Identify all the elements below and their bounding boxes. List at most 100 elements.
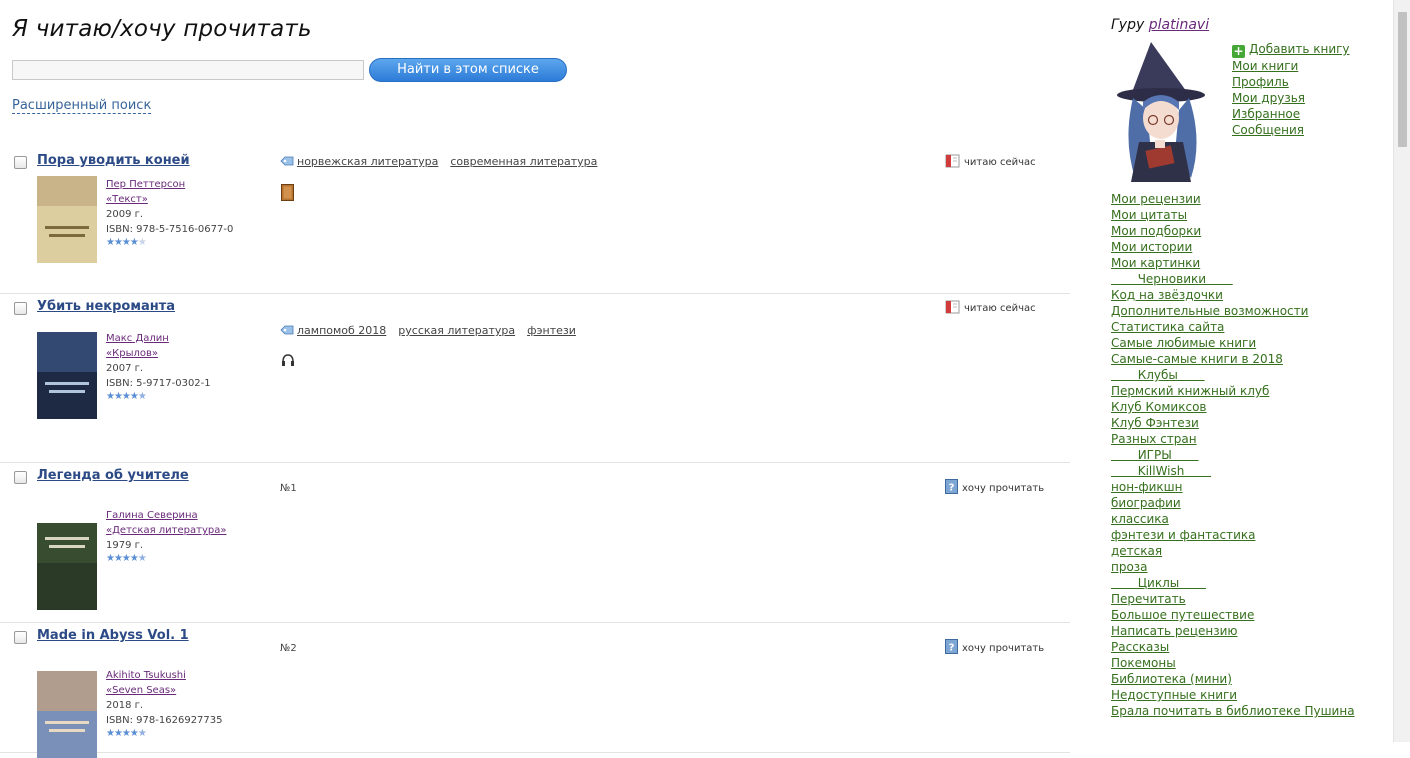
book-checkbox[interactable] [14,471,27,484]
author-link[interactable]: Макс Далин [106,333,169,344]
profile-link[interactable]: Сообщения [1232,122,1350,138]
tag-link[interactable]: лампомоб 2018 [297,324,386,337]
rating-stars: ★★★★★ [106,391,147,402]
sidebar-nav-link[interactable]: классика [1111,511,1355,527]
guru-label: Гуру [1111,17,1145,33]
sidebar-nav-link[interactable]: Библиотека (мини) [1111,671,1355,687]
book-title-link[interactable]: Made in Abyss Vol. 1 [37,628,189,643]
sidebar-nav-link[interactable]: фэнтези и фантастика [1111,527,1355,543]
profile-link[interactable]: Избранное [1232,106,1350,122]
add-book-link[interactable]: + Добавить книгу [1232,41,1350,58]
advanced-search-link[interactable]: Расширенный поиск [12,98,152,114]
sidebar-nav-link[interactable]: Черновики [1111,271,1355,287]
status-label: читаю сейчас [964,303,1036,314]
sidebar-nav-link[interactable]: Дополнительные возможности [1111,303,1355,319]
sidebar-nav-link[interactable]: Самые-самые книги в 2018 [1111,351,1355,367]
tag-link[interactable]: современная литература [450,155,597,168]
book-cover[interactable] [37,332,97,419]
sidebar-nav-link[interactable]: Мои картинки [1111,255,1355,271]
book-meta: Пер Петтерсон «Текст» 2009 г. ISBN: 978-… [106,177,233,249]
author-link[interactable]: Пер Петтерсон [106,179,185,190]
scrollbar[interactable] [1393,0,1410,742]
book-row: Легенда об учителе Галина Северина «Детс… [0,463,1070,623]
book-title-link[interactable]: Легенда об учителе [37,468,189,483]
sidebar-nav-link[interactable]: Разных стран [1111,431,1355,447]
book-title-link[interactable]: Убить некроманта [37,299,175,314]
reading-book-icon [945,154,960,168]
rating-stars: ★★★★★ [106,237,147,248]
publisher-link[interactable]: «Крылов» [106,348,158,359]
sidebar-nav-link[interactable]: проза [1111,559,1355,575]
reading-status[interactable]: ? хочу прочитать [945,639,1044,654]
publisher-link[interactable]: «Текст» [106,194,148,205]
sidebar-nav-link[interactable]: Брала почитать в библиотеке Пушина [1111,703,1355,719]
book-checkbox[interactable] [14,631,27,644]
author-link[interactable]: Akihito Tsukushi [106,670,186,681]
sidebar-nav-link[interactable]: Циклы [1111,575,1355,591]
sidebar-nav-link[interactable]: Мои цитаты [1111,207,1355,223]
sidebar-nav-link[interactable]: Написать рецензию [1111,623,1355,639]
book-isbn: ISBN: 978-1626927735 [106,715,223,726]
publisher-link[interactable]: «Seven Seas» [106,685,176,696]
search-input[interactable] [12,60,364,80]
book-meta: Галина Северина «Детская литература» 197… [106,508,226,565]
username-link[interactable]: platinavi [1149,17,1209,33]
sidebar-nav-link[interactable]: Клубы [1111,367,1355,383]
book-title-link[interactable]: Пора уводить коней [37,153,190,168]
profile-link[interactable]: Профиль [1232,74,1350,90]
sidebar-nav-link[interactable]: ИГРЫ [1111,447,1355,463]
scrollbar-thumb[interactable] [1398,12,1407,147]
sidebar-nav-link[interactable]: Мои истории [1111,239,1355,255]
sidebar-nav-link[interactable]: Рассказы [1111,639,1355,655]
sidebar-nav-link[interactable]: Код на звёздочки [1111,287,1355,303]
book-checkbox[interactable] [14,302,27,315]
author-link[interactable]: Галина Северина [106,510,198,521]
tag-icon [280,156,294,166]
sidebar-nav-link[interactable]: Пермский книжный клуб [1111,383,1355,399]
book-row: Убить некроманта Макс Далин «Крылов» 200… [0,294,1070,463]
status-label: хочу прочитать [962,643,1045,654]
sidebar-nav-link[interactable]: детская [1111,543,1355,559]
profile-link[interactable]: Мои друзья [1232,90,1350,106]
book-icon [281,184,294,201]
sidebar-nav-link[interactable]: Перечитать [1111,591,1355,607]
reading-status[interactable]: читаю сейчас [945,300,1036,314]
book-isbn: ISBN: 978-5-7516-0677-0 [106,224,234,235]
tag-link[interactable]: фэнтези [527,324,576,337]
sidebar-nav-link[interactable]: Недоступные книги [1111,687,1355,703]
sidebar-nav-link[interactable]: Клуб Комиксов [1111,399,1355,415]
tag-link[interactable]: русская литература [398,324,515,337]
book-row: Made in Abyss Vol. 1 Akihito Tsukushi «S… [0,623,1070,758]
search-button[interactable]: Найти в этом списке [369,58,567,82]
sidebar-nav-link[interactable]: биографии [1111,495,1355,511]
publisher-link[interactable]: «Детская литература» [106,525,226,536]
sidebar-nav-link[interactable]: Мои рецензии [1111,191,1355,207]
rating-stars: ★★★★★ [106,553,147,564]
sidebar-nav-link[interactable]: Самые любимые книги [1111,335,1355,351]
sidebar-nav-link[interactable]: нон-фикшн [1111,479,1355,495]
book-year: 1979 г. [106,540,144,551]
sidebar-nav-link[interactable]: Клуб Фэнтези [1111,415,1355,431]
sidebar-nav-link[interactable]: Покемоны [1111,655,1355,671]
sidebar-nav-link[interactable]: Статистика сайта [1111,319,1355,335]
reading-status[interactable]: ? хочу прочитать [945,479,1044,494]
tag-link[interactable]: норвежская литература [297,155,438,168]
book-list-number: №2 [280,643,297,654]
book-cover[interactable] [37,671,97,758]
book-list-number: №1 [280,483,297,494]
reading-status[interactable]: читаю сейчас [945,154,1036,168]
book-meta: Макс Далин «Крылов» 2007 г. ISBN: 5-9717… [106,331,211,403]
profile-links: + Добавить книгу Мои книги Профиль Мои друзь… [1232,41,1350,138]
rating-stars: ★★★★★ [106,728,147,739]
book-cover[interactable] [37,523,97,610]
headphones-icon [282,354,294,366]
plus-icon: + [1232,44,1245,58]
book-checkbox[interactable] [14,156,27,169]
book-cover[interactable] [37,176,97,263]
add-book-label: Добавить книгу [1249,42,1350,56]
sidebar-nav-link[interactable]: Большое путешествие [1111,607,1355,623]
sidebar-nav-link[interactable]: KillWish [1111,463,1355,479]
profile-link[interactable]: Мои книги [1232,58,1350,74]
sidebar-nav-link[interactable]: Мои подборки [1111,223,1355,239]
avatar[interactable] [1111,40,1211,182]
